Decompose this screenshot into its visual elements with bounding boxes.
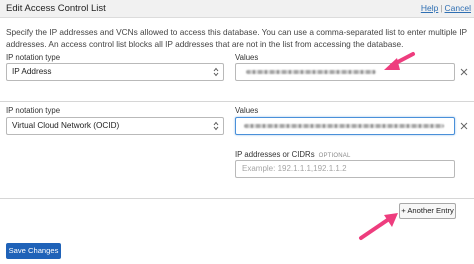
link-separator: | xyxy=(440,3,443,13)
cidr-placeholder: Example: 192.1.1.1,192.1.1.2 xyxy=(242,164,347,173)
entry-1-notation-label: IP notation type xyxy=(6,53,61,62)
add-entry-button[interactable]: + Another Entry xyxy=(399,203,456,219)
dialog-header: Edit Access Control List Help | Cancel xyxy=(0,0,474,18)
entry-2-notation-label: IP notation type xyxy=(6,106,61,115)
entry-2-notation-select[interactable]: Virtual Cloud Network (OCID) xyxy=(6,117,224,135)
chevron-updown-icon xyxy=(213,121,219,131)
entry-1-notation-select[interactable]: IP Address xyxy=(6,63,224,81)
header-links: Help | Cancel xyxy=(421,3,471,13)
redacted-ip-value xyxy=(246,70,376,74)
entry-1-values-input[interactable] xyxy=(235,63,455,81)
close-icon[interactable] xyxy=(459,67,469,77)
entry-1-values-label: Values xyxy=(235,53,259,62)
optional-tag: OPTIONAL xyxy=(318,153,351,159)
redacted-ocid-value xyxy=(244,124,444,128)
pink-arrow-icon xyxy=(384,52,415,70)
section-divider xyxy=(0,198,474,199)
close-icon[interactable] xyxy=(459,121,469,131)
chevron-updown-icon xyxy=(213,67,219,77)
dialog-title: Edit Access Control List xyxy=(6,3,106,14)
cancel-link[interactable]: Cancel xyxy=(445,3,471,13)
entry-2-values-input[interactable] xyxy=(235,117,455,135)
pink-arrow-icon xyxy=(359,213,398,240)
cidr-input[interactable]: Example: 192.1.1.1,192.1.1.2 xyxy=(235,160,455,178)
entry-2-notation-value: Virtual Cloud Network (OCID) xyxy=(12,121,120,130)
description-text: Specify the IP addresses and VCNs allowe… xyxy=(6,27,467,49)
help-link[interactable]: Help xyxy=(421,3,438,13)
entry-1-notation-value: IP Address xyxy=(12,67,52,76)
entry-divider xyxy=(0,101,474,102)
save-changes-button[interactable]: Save Changes xyxy=(6,243,61,259)
entry-2-values-label: Values xyxy=(235,106,259,115)
cidr-label-text: IP addresses or CIDRs xyxy=(235,150,315,159)
cidr-label: IP addresses or CIDRs OPTIONAL xyxy=(235,150,351,159)
